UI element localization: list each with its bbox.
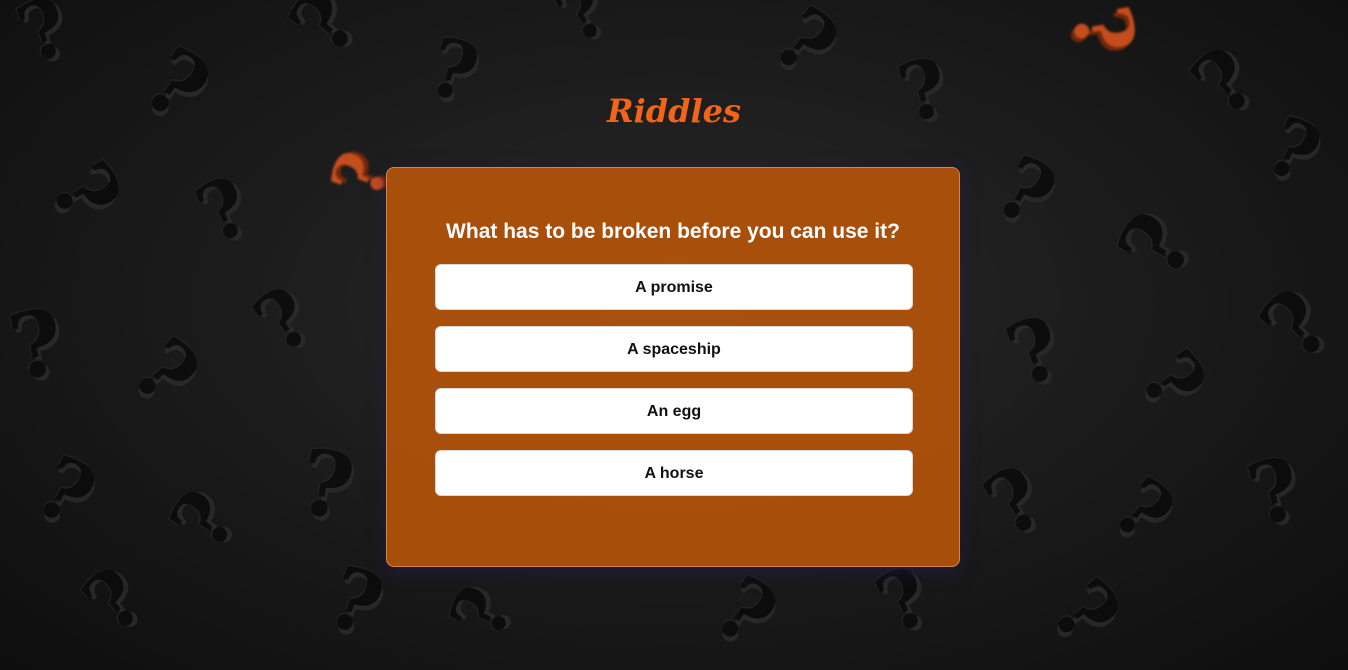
question-mark-icon: ? [291, 428, 362, 542]
question-mark-icon: ? [1, 288, 72, 402]
question-mark-icon: ? [994, 296, 1076, 408]
question-mark-icon: ? [314, 546, 396, 658]
question-mark-icon: ? [1095, 458, 1192, 562]
question-mark-icon: ? [432, 573, 531, 651]
question-mark-icon: ? [1240, 268, 1348, 382]
question-mark-icon: ? [151, 473, 256, 567]
question-mark-icon: ? [1237, 437, 1312, 547]
question-mark-icon: ? [65, 548, 162, 652]
answer-button[interactable]: A spaceship [435, 326, 913, 372]
question-mark-icon: ? [1121, 333, 1226, 427]
question-mark-icon: ? [18, 436, 112, 548]
question-mark-icon: ? [1030, 560, 1140, 664]
question-mark-icon: ? [182, 157, 265, 263]
question-mark-icon: ? [540, 0, 623, 62]
question-mark-icon: ? [862, 547, 945, 653]
answer-button[interactable]: A horse [435, 450, 913, 496]
answer-button[interactable]: An egg [435, 388, 913, 434]
question-mark-icon: ? [1053, 0, 1154, 62]
question-mark-icon: ? [112, 319, 219, 426]
answer-button[interactable]: A promise [435, 264, 913, 310]
question-mark-icon: ? [29, 145, 142, 239]
riddle-card: What has to be broken before you can use… [386, 167, 960, 567]
answer-list: A promise A spaceship An egg A horse [435, 264, 913, 512]
app-title: Riddles [606, 92, 742, 130]
question-mark-icon: ? [5, 0, 82, 83]
question-mark-icon: ? [754, 0, 857, 97]
question-mark-icon: ? [968, 446, 1062, 558]
question-mark-icon: ? [237, 268, 330, 372]
question-mark-icon: ? [978, 136, 1072, 248]
question-mark-icon: ? [696, 556, 795, 668]
question-mark-icon: ? [270, 0, 379, 74]
question-mark-icon: ? [1097, 195, 1216, 295]
riddle-question: What has to be broken before you can use… [446, 220, 900, 243]
